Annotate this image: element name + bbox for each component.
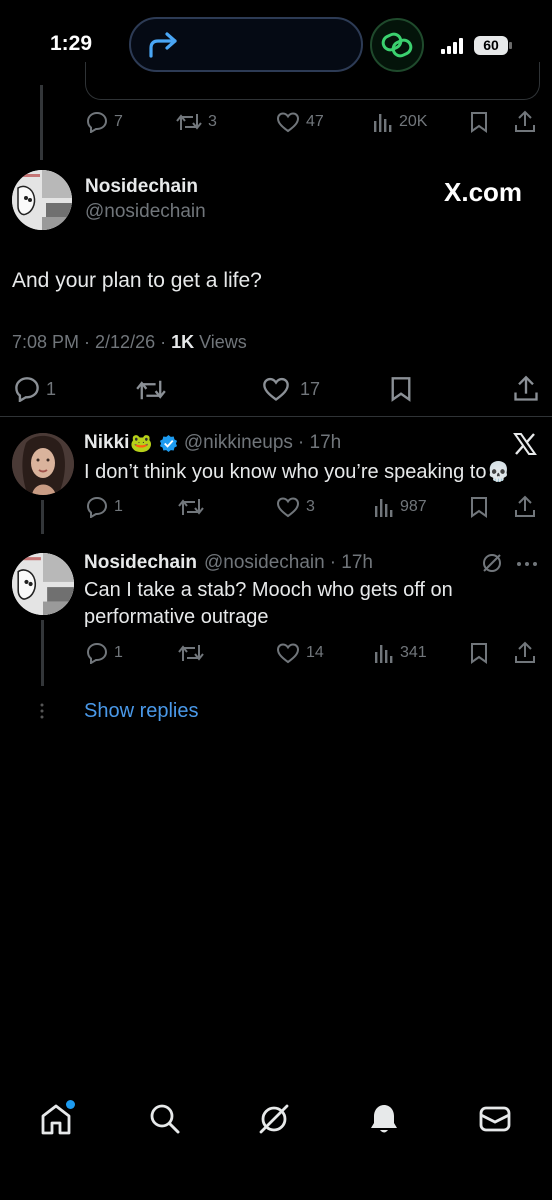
repost-icon[interactable] <box>178 496 204 518</box>
reply-age: · 17h <box>329 552 373 573</box>
reply-icon <box>86 111 108 133</box>
share-icon[interactable] <box>514 495 536 519</box>
nav-home[interactable] <box>34 1097 78 1141</box>
reply-author-handle[interactable]: @nikkineups <box>184 432 293 454</box>
post-views-count: 1K <box>171 332 195 352</box>
repost-icon <box>176 111 202 133</box>
like-count: 47 <box>306 113 324 130</box>
post-views-label: Views <box>194 332 247 352</box>
show-replies-link[interactable]: Show replies <box>84 700 199 723</box>
quote-card[interactable] <box>85 62 540 100</box>
reply-text: I don’t think you know who you’re speaki… <box>84 461 487 483</box>
thread-line <box>41 500 44 534</box>
home-icon <box>39 1100 75 1136</box>
battery-tip <box>509 42 512 49</box>
share-icon[interactable] <box>514 641 536 665</box>
reply-like-count: 14 <box>306 644 324 661</box>
x-com-watermark: X.com <box>444 177 523 207</box>
views-icon <box>373 111 393 133</box>
more-thread-dots-icon <box>40 703 44 719</box>
notifications-icon <box>368 1102 400 1136</box>
reply-author-handle[interactable]: @nosidechain <box>204 552 325 574</box>
reply-text-nikki: I don’t think you know who you’re speaki… <box>84 459 510 486</box>
views-button[interactable]: 20K <box>373 111 427 133</box>
reply-author-name[interactable]: Nosidechain <box>84 552 197 574</box>
bookmark-icon[interactable] <box>470 111 488 133</box>
like-icon <box>276 111 300 133</box>
grok-icon[interactable] <box>481 552 503 574</box>
main-reply-button[interactable]: 1 <box>14 376 56 402</box>
reply-reply-count: 1 <box>114 498 123 515</box>
main-share-icon[interactable] <box>513 375 539 403</box>
verified-icon <box>159 434 178 453</box>
share-icon[interactable] <box>514 110 536 134</box>
nav-search[interactable] <box>143 1097 187 1141</box>
bookmark-icon[interactable] <box>470 496 488 518</box>
reply-text: Can I take a stab? Mooch who gets off on… <box>84 579 453 628</box>
main-like-count: 17 <box>300 378 321 399</box>
x-logo-icon <box>513 432 537 456</box>
reply-button[interactable]: 7 <box>86 111 123 133</box>
nav-messages[interactable] <box>473 1097 517 1141</box>
avatar-nikki[interactable] <box>12 433 74 495</box>
repost-button[interactable]: 3 <box>176 111 217 133</box>
reply-header-nosidechain: Nosidechain @nosidechain · 17h <box>84 552 373 574</box>
frog-emoji: 🐸 <box>130 432 153 453</box>
bookmark-icon[interactable] <box>470 642 488 664</box>
link-icon <box>381 32 413 58</box>
views-count: 20K <box>399 113 428 130</box>
like-icon <box>262 376 290 402</box>
reply-author-name[interactable]: Nikki <box>84 432 129 454</box>
reply-reply-count: 1 <box>114 644 123 661</box>
main-repost-icon[interactable] <box>136 377 166 403</box>
avatar-nosidechain[interactable] <box>12 170 72 230</box>
main-bookmark-icon[interactable] <box>390 376 412 402</box>
thread-line <box>41 620 44 686</box>
reply-reply-button[interactable]: 1 <box>86 496 123 518</box>
reply-reply-button[interactable]: 1 <box>86 642 123 664</box>
signal-icon <box>441 38 465 54</box>
messages-icon <box>479 1105 511 1133</box>
reply-views-count: 341 <box>400 644 427 661</box>
views-icon <box>374 496 394 518</box>
main-reply-count: 1 <box>46 378 57 399</box>
avatar-nosidechain[interactable] <box>12 553 74 615</box>
reply-icon <box>86 496 108 518</box>
reply-like-button[interactable]: 14 <box>276 642 324 664</box>
reply-like-button[interactable]: 3 <box>276 496 315 518</box>
main-like-button[interactable]: 17 <box>262 376 320 402</box>
nav-notifications[interactable] <box>362 1097 406 1141</box>
reply-views-count: 987 <box>400 498 427 515</box>
reply-views-button[interactable]: 987 <box>374 496 427 518</box>
reply-like-count: 3 <box>306 498 315 515</box>
post-text: And your plan to get a life? <box>12 269 262 292</box>
skull-emoji: 💀 <box>486 462 511 483</box>
views-icon <box>374 642 394 664</box>
like-button[interactable]: 47 <box>276 111 324 133</box>
reply-age: · 17h <box>297 432 342 453</box>
more-icon[interactable] <box>516 561 538 567</box>
like-icon <box>276 496 300 518</box>
reply-count: 7 <box>114 113 123 130</box>
search-icon <box>149 1103 181 1135</box>
post-time-date: 7:08 PM · 2/12/26 · <box>12 332 172 352</box>
author-handle[interactable]: @nosidechain <box>85 201 206 223</box>
post-meta: 7:08 PM · 2/12/26 · 1K Views <box>12 332 247 353</box>
nav-grok[interactable] <box>252 1097 296 1141</box>
thread-line <box>40 85 43 160</box>
divider <box>0 416 552 417</box>
reply-icon <box>14 376 40 402</box>
status-time: 1:29 <box>50 32 93 55</box>
author-name[interactable]: Nosidechain <box>85 176 198 198</box>
grok-icon <box>257 1102 291 1136</box>
repost-icon[interactable] <box>178 642 204 664</box>
share-arrow-icon <box>147 32 181 58</box>
repost-count: 3 <box>208 113 217 130</box>
like-icon <box>276 642 300 664</box>
battery-icon: 60 <box>474 36 508 55</box>
reply-icon <box>86 642 108 664</box>
reply-header-nikki: Nikki 🐸 @nikkineups · 17h <box>84 432 341 454</box>
reply-views-button[interactable]: 341 <box>374 642 427 664</box>
